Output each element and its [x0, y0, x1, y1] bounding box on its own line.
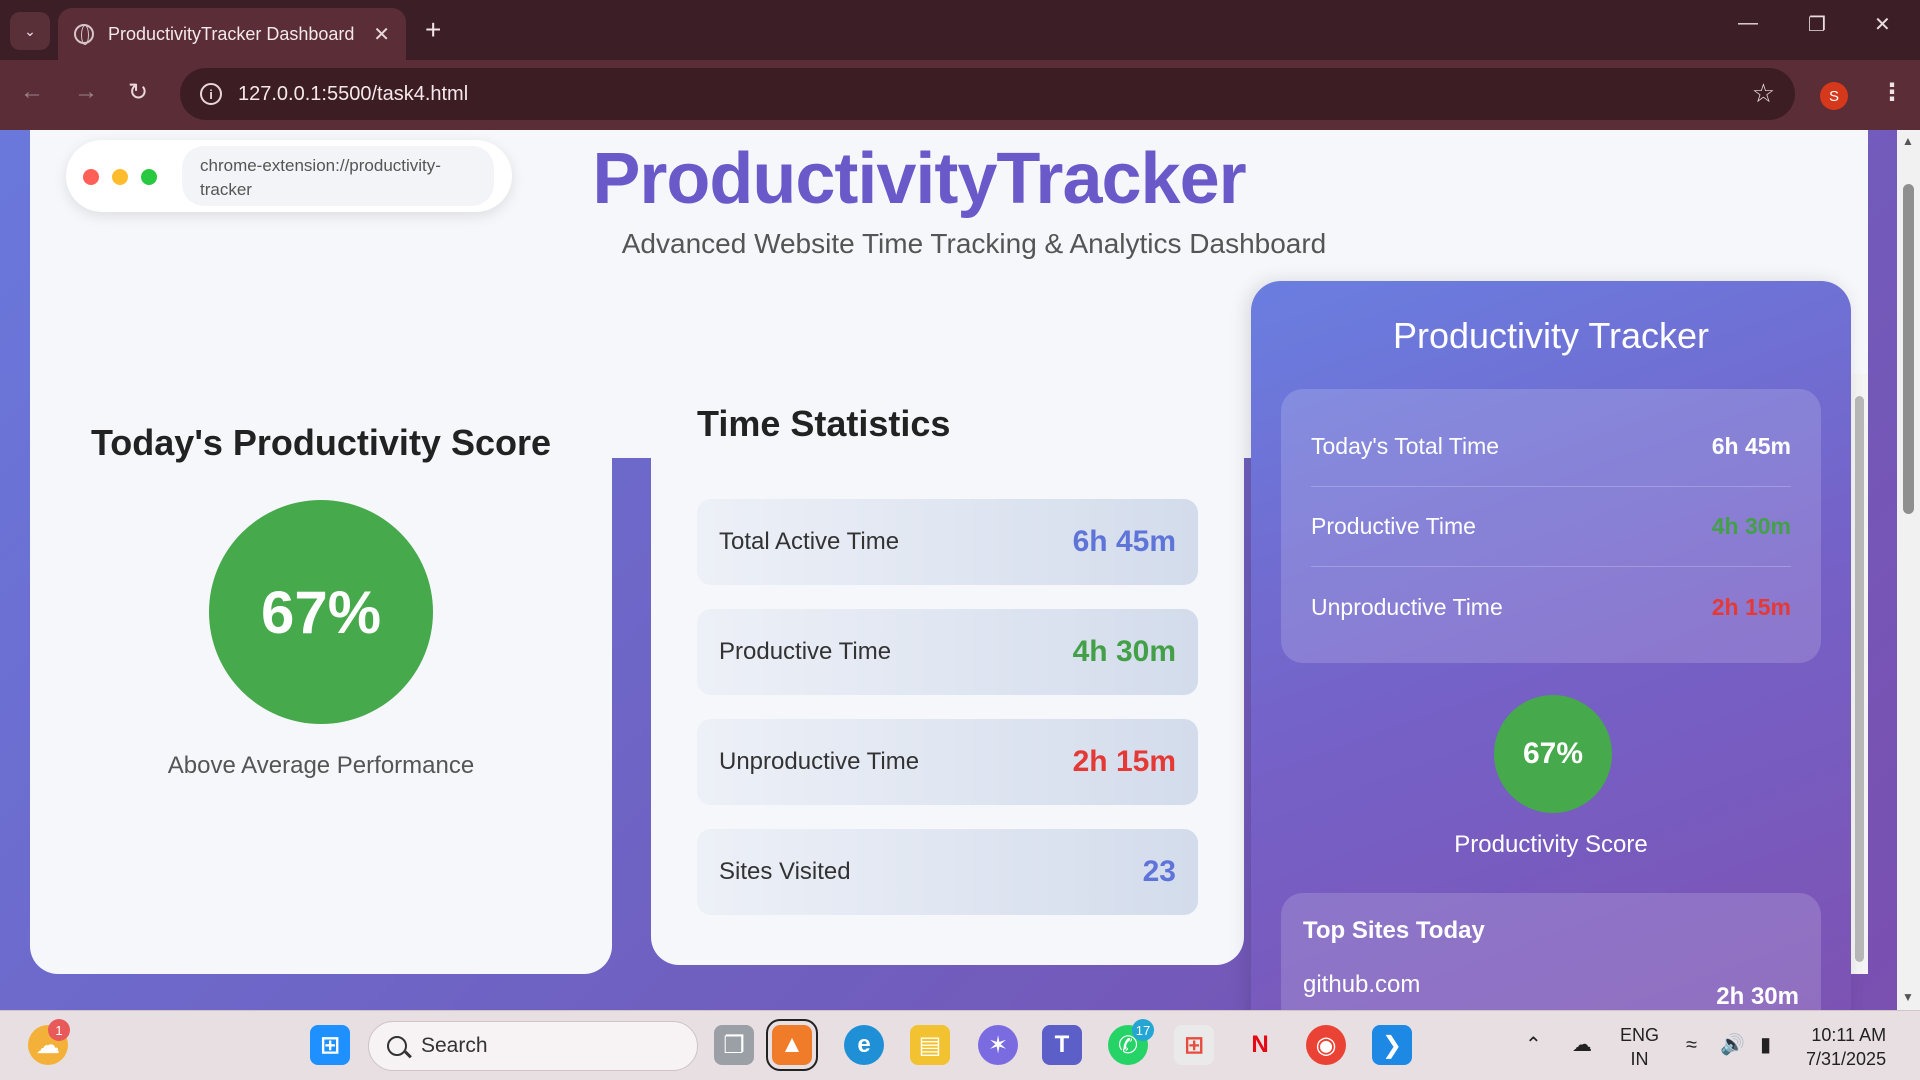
clock[interactable]: 10:11 AM 7/31/2025 — [1806, 1023, 1886, 1071]
profile-avatar[interactable]: S — [1820, 82, 1848, 110]
popup-row-label: Unproductive Time — [1311, 593, 1503, 620]
top-site-name: github.com — [1303, 971, 1421, 998]
stat-label: Unproductive Time — [719, 748, 920, 775]
reload-icon[interactable]: ↻ — [128, 78, 148, 107]
app-pinned-icon[interactable]: ▲ — [766, 1019, 818, 1071]
stats-card-title: Time Statistics — [697, 403, 951, 444]
browser-tab-bar: ⌄ ProductivityTracker Dashboard ✕ + — ❐ … — [0, 0, 1920, 60]
scroll-up-arrow-icon[interactable]: ▲ — [1902, 134, 1914, 148]
stat-label: Total Active Time — [719, 528, 900, 555]
popup-score-circle: 67% — [1494, 695, 1612, 813]
popup-row-label: Productive Time — [1311, 513, 1476, 539]
popup-row-value: 2h 15m — [1711, 593, 1791, 620]
vscode-icon[interactable]: ❯ — [1372, 1025, 1412, 1065]
microsoft-store-icon[interactable]: ⊞ — [1174, 1025, 1214, 1065]
language-region: IN — [1630, 1049, 1649, 1069]
page-subtitle: Advanced Website Time Tracking & Analyti… — [30, 228, 1868, 260]
page-subtitle-text: Advanced Website Time Tracking & Analyti… — [621, 228, 1327, 259]
address-bar[interactable]: i 127.0.0.1:5500/task4.html ☆ — [180, 68, 1795, 120]
minimize-icon[interactable]: — — [1738, 12, 1758, 35]
task-view-icon[interactable]: ❐ — [714, 1025, 754, 1065]
browser-toolbar: ← → ↻ i 127.0.0.1:5500/task4.html ☆ S ⋮ — [0, 60, 1920, 130]
popup-row-label: Today's Total Time — [1311, 433, 1500, 459]
popup-row-value: 4h 30m — [1711, 513, 1791, 539]
search-icon — [387, 1036, 407, 1056]
wifi-icon[interactable]: ≈ — [1686, 1033, 1697, 1057]
extension-popup: Productivity Tracker Today's Total Time … — [1251, 281, 1851, 1010]
edge-browser-icon[interactable]: e — [844, 1025, 884, 1065]
stat-value: 6h 45m — [1072, 525, 1176, 558]
back-arrow-icon[interactable]: ← — [20, 78, 44, 106]
popup-score-label: Productivity Score — [1454, 831, 1648, 858]
clock-time: 10:11 AM — [1811, 1025, 1887, 1045]
windows-taskbar: ☁ 1 ⊞ Search ❐ ▲ e ▤ ✶ T ✆ 17 ⊞ N ◉ ❯ ⌃ … — [0, 1010, 1920, 1080]
top-sites-title: Top Sites Today — [1303, 917, 1485, 944]
netflix-icon[interactable]: N — [1240, 1025, 1280, 1065]
time-statistics-card: Time Statistics Total Active Time 6h 45m… — [651, 353, 1244, 965]
stat-value: 23 — [1142, 855, 1176, 888]
forward-arrow-icon[interactable]: → — [74, 78, 98, 106]
file-explorer-icon[interactable]: ▤ — [910, 1025, 950, 1065]
volume-icon[interactable]: 🔊 — [1720, 1033, 1745, 1057]
page-viewport: chrome-extension://productivity-tracker … — [0, 130, 1920, 1010]
popup-row-value: 6h 45m — [1711, 433, 1791, 459]
teams-icon[interactable]: T — [1042, 1025, 1082, 1065]
popup-scrollbar[interactable] — [1851, 374, 1868, 974]
weather-badge: 1 — [48, 1019, 70, 1041]
browser-tab[interactable]: ProductivityTracker Dashboard ✕ — [58, 8, 406, 60]
stat-row-productive: Productive Time 4h 30m — [697, 609, 1198, 695]
browser-menu-icon[interactable]: ⋮ — [1880, 78, 1904, 107]
window-close-icon[interactable]: ✕ — [1874, 12, 1891, 37]
productivity-score-card: Today's Productivity Score 67% Above Ave… — [30, 374, 612, 974]
site-info-icon[interactable]: i — [200, 83, 222, 105]
tab-search-button[interactable]: ⌄ — [10, 12, 50, 50]
clock-date: 7/31/2025 — [1806, 1049, 1887, 1069]
tab-title: ProductivityTracker Dashboard — [108, 23, 355, 44]
whatsapp-badge: 17 — [1132, 1019, 1154, 1041]
stat-label: Sites Visited — [719, 858, 851, 885]
close-tab-icon[interactable]: ✕ — [373, 22, 390, 47]
stat-row-total-active: Total Active Time 6h 45m — [697, 499, 1198, 585]
stat-row-sites-visited: Sites Visited 23 — [697, 829, 1198, 915]
start-windows-icon[interactable]: ⊞ — [310, 1025, 350, 1065]
page-scrollbar[interactable]: ▲ ▼ — [1897, 130, 1920, 1010]
tray-overflow-icon[interactable]: ⌃ — [1525, 1033, 1542, 1057]
stat-value: 4h 30m — [1072, 635, 1176, 668]
score-description: Above Average Performance — [167, 752, 475, 779]
onedrive-icon[interactable]: ☁ — [1572, 1033, 1592, 1057]
popup-row-productive: Productive Time 4h 30m — [1311, 487, 1791, 567]
top-site-time: 2h 30m — [1716, 983, 1799, 1010]
globe-icon — [74, 24, 94, 45]
popup-scrollbar-thumb[interactable] — [1855, 396, 1864, 962]
battery-icon[interactable]: ▮ — [1760, 1033, 1771, 1057]
address-url: 127.0.0.1:5500/task4.html — [238, 82, 469, 105]
popup-row-total: Today's Total Time 6h 45m — [1311, 407, 1791, 487]
new-tab-button[interactable]: + — [425, 14, 441, 46]
popup-stats-panel: Today's Total Time 6h 45m Productive Tim… — [1281, 389, 1821, 663]
chrome-icon[interactable]: ◉ — [1306, 1025, 1346, 1065]
page-title: ProductivityTracker — [30, 138, 1868, 220]
score-circle: 67% — [209, 500, 433, 724]
language-code: ENG — [1620, 1025, 1660, 1045]
stat-label: Productive Time — [719, 638, 892, 665]
taskbar-search[interactable]: Search — [368, 1021, 698, 1071]
page-title-text: ProductivityTracker — [592, 139, 1246, 219]
stat-value: 2h 15m — [1072, 745, 1176, 778]
copilot-icon[interactable]: ✶ — [978, 1025, 1018, 1065]
top-sites-panel: Top Sites Today github.com 2h 30m — [1281, 893, 1821, 1010]
stat-row-unproductive: Unproductive Time 2h 15m — [697, 719, 1198, 805]
bookmark-star-icon[interactable]: ☆ — [1752, 78, 1775, 109]
taskbar-search-placeholder: Search — [421, 1034, 488, 1057]
scroll-down-arrow-icon[interactable]: ▼ — [1902, 990, 1914, 1004]
restore-icon[interactable]: ❐ — [1808, 12, 1826, 37]
score-card-title: Today's Productivity Score — [90, 422, 552, 463]
page-scrollbar-thumb[interactable] — [1903, 184, 1914, 514]
language-indicator[interactable]: ENG IN — [1620, 1023, 1659, 1071]
popup-row-unproductive: Unproductive Time 2h 15m — [1311, 567, 1791, 647]
popup-title: Productivity Tracker — [1392, 315, 1710, 356]
